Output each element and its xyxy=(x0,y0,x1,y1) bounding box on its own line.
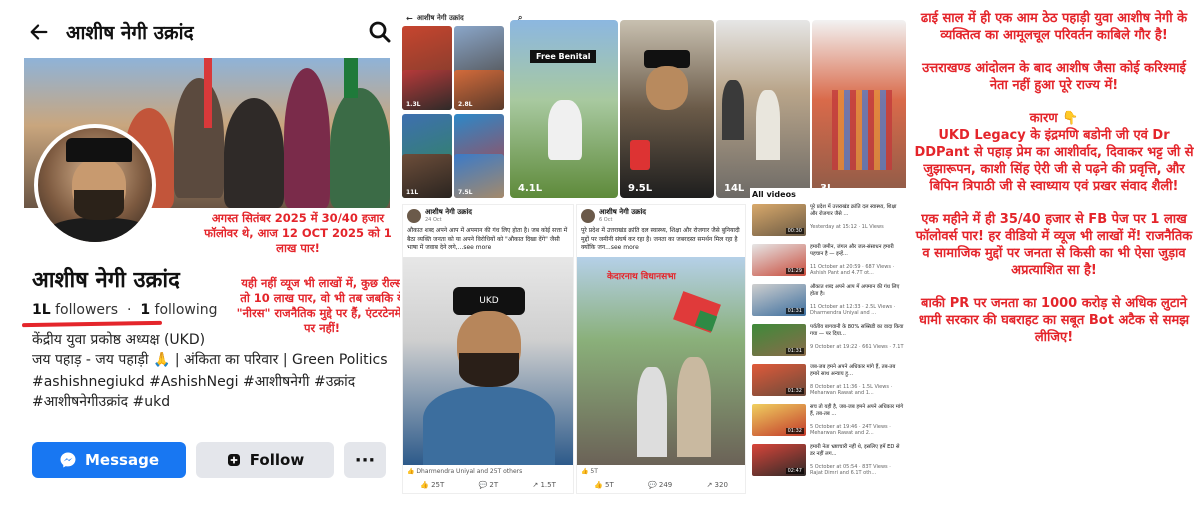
commentary-paragraph: UKD Legacy के इंद्रमणि बडोनी जी एवं Dr D… xyxy=(914,128,1194,194)
reel-views: 14L xyxy=(724,183,745,194)
page-content-screenshot: ← आशीष नेगी उक्रांद ⌕ 1.3L 2.8L 11L 7.5L… xyxy=(402,10,906,494)
post-author[interactable]: आशीष नेगी उक्रांद xyxy=(599,208,646,217)
bio-line: केंद्रीय युवा प्रकोष्ठ अध्यक्ष (UKD) xyxy=(32,332,206,348)
bio-line: जय पहाड़ - जय पहाड़ी 🙏 | अंकिता का परिवा… xyxy=(32,352,388,368)
reel-thumb[interactable]: 2.8L xyxy=(454,70,504,110)
post-avatar[interactable] xyxy=(407,209,421,223)
post-card[interactable]: आशीष नेगी उक्रांद 6 Oct पूरे प्रदेश में … xyxy=(576,204,746,494)
followers-growth-note: अगस्त सितंबर 2025 में 30/40 हजार फॉलोवर … xyxy=(204,211,392,255)
follow-icon xyxy=(227,454,240,466)
commentary-paragraph: उत्तराखण्ड आंदोलन के बाद आशीष जैसा कोई क… xyxy=(922,61,1186,93)
following-count: 1 xyxy=(140,302,151,318)
post-reactions[interactable]: 👍 5T xyxy=(581,468,598,475)
post-date: 24 Oct xyxy=(425,217,442,223)
search-icon[interactable] xyxy=(368,20,392,44)
profile-screenshot: आशीष नेगी उक्रांद अगस्त सितंबर 2025 में … xyxy=(14,6,400,502)
mid-page-name: आशीष नेगी उक्रांद xyxy=(416,13,464,22)
video-item[interactable]: 01:29 हमारी जमीन, जंगल और जल-संसाधन हमार… xyxy=(752,244,904,278)
post-image[interactable]: केदारनाथ विधानसभा xyxy=(577,257,745,465)
follow-label: Follow xyxy=(249,451,305,469)
messenger-icon xyxy=(60,452,76,468)
followers-link[interactable]: followers xyxy=(55,302,118,318)
reel-video[interactable]: Free Benital 4.1L xyxy=(510,20,618,198)
follow-stats: 1L followers · 1 following xyxy=(32,302,218,318)
share-button[interactable]: ↗ 320 xyxy=(706,481,727,489)
reel-video[interactable]: 3L xyxy=(812,20,906,198)
reel-tag: Free Benital xyxy=(530,50,597,63)
message-button[interactable]: Message xyxy=(32,442,186,478)
like-button[interactable]: 👍 5T xyxy=(594,481,614,489)
commentary-paragraph: बाकी PR पर जनता का 1000 करोड़ से अधिक लु… xyxy=(918,296,1190,345)
videos-title: All videos xyxy=(752,190,796,199)
commentary-paragraph: ढाई साल में ही एक आम ठेठ पहाड़ी युवा आशी… xyxy=(920,11,1188,43)
message-label: Message xyxy=(85,451,159,469)
post-text: औकात शब्द अपने आप में अपमान की गंध लिए ह… xyxy=(407,227,568,251)
video-item[interactable]: 00:30 पूरे प्रदेश में उत्तराखंड क्रांति … xyxy=(752,204,904,238)
followers-count: 1L xyxy=(32,302,51,318)
collage: आशीष नेगी उक्रांद अगस्त सितंबर 2025 में … xyxy=(0,0,1200,512)
share-button[interactable]: ↗ 1.5T xyxy=(532,481,556,489)
post-actions: 👍 25T 💬 2T ↗ 1.5T xyxy=(403,481,573,489)
profile-bio: केंद्रीय युवा प्रकोष्ठ अध्यक्ष (UKD) जय … xyxy=(32,330,392,412)
reel-video[interactable]: 14L xyxy=(716,20,810,198)
reel-grid: 1.3L 2.8L 11L 7.5L xyxy=(402,26,506,198)
post-avatar[interactable] xyxy=(581,209,595,223)
commentary-paragraph: एक महीने में ही 35/40 हजार से FB पेज पर … xyxy=(915,212,1193,278)
reel-thumb[interactable]: 7.5L xyxy=(454,154,504,198)
views-note: यही नहीं व्यूज भी लाखों में, कुछ रील्स त… xyxy=(236,276,400,335)
post-author[interactable]: आशीष नेगी उक्रांद xyxy=(425,208,472,217)
profile-actions: Message Follow ··· xyxy=(32,442,400,478)
post-image[interactable]: UKD xyxy=(403,257,573,465)
commentary-text: ढाई साल में ही एक आम ठेठ पहाड़ी युवा आशी… xyxy=(912,10,1196,502)
videos-list: All videos 00:30 पूरे प्रदेश में उत्तराख… xyxy=(750,188,906,494)
comment-button[interactable]: 💬 2T xyxy=(478,481,498,489)
video-item[interactable]: 01:31 पर्वतीय बागवानी के 80% सब्सिडी का … xyxy=(752,324,904,358)
back-arrow-icon[interactable] xyxy=(28,21,50,43)
post-reactions[interactable]: 👍 Dharmendra Uniyal and 25T others xyxy=(407,468,522,475)
image-caption: केदारनाथ विधानसभा xyxy=(607,272,676,282)
video-item[interactable]: 01:32 जब-जब हमने अपने अधिकार मांगे हैं, … xyxy=(752,364,904,398)
bio-hashtags[interactable]: #ashishnegiukd #AshishNegi #आशीषनेगी #उक… xyxy=(32,372,392,412)
reel-thumb[interactable]: 11L xyxy=(402,154,452,198)
highlight-underline xyxy=(21,320,163,328)
reel-video[interactable]: 9.5L xyxy=(620,20,714,198)
comment-button[interactable]: 💬 249 xyxy=(648,481,672,489)
video-item[interactable]: 02:47 हमारी नेता भ्रष्टाचारी नहीं थे, इस… xyxy=(752,444,904,478)
video-item[interactable]: 01:31 औकात शब्द अपने आप में अपमान की गंध… xyxy=(752,284,904,318)
following-link[interactable]: following xyxy=(155,302,218,318)
header-page-name: आशीष नेगी उक्रांद xyxy=(66,22,194,44)
profile-avatar[interactable] xyxy=(34,124,156,246)
post-card[interactable]: आशीष नेगी उक्रांद 24 Oct औकात शब्द अपने … xyxy=(402,204,574,494)
video-item[interactable]: 01:32 सच तो यही है, जब-जब हमने अपने अधिक… xyxy=(752,404,904,438)
like-button[interactable]: 👍 25T xyxy=(420,481,444,489)
follow-button[interactable]: Follow xyxy=(196,442,334,478)
profile-name: आशीष नेगी उक्रांद xyxy=(32,268,180,293)
profile-header: आशीष नेगी उक्रांद xyxy=(14,6,400,58)
post-text: पूरे प्रदेश में उत्तराखंड क्रांति दल स्व… xyxy=(581,227,740,251)
post-date: 6 Oct xyxy=(599,217,613,223)
reel-views: 9.5L xyxy=(628,183,653,194)
reel-thumb[interactable]: 1.3L xyxy=(402,70,452,110)
reel-views: 4.1L xyxy=(518,183,543,194)
more-options-button[interactable]: ··· xyxy=(344,442,386,478)
commentary-paragraph: कारण 👇 xyxy=(1029,111,1079,126)
post-actions: 👍 5T 💬 249 ↗ 320 xyxy=(577,481,745,489)
